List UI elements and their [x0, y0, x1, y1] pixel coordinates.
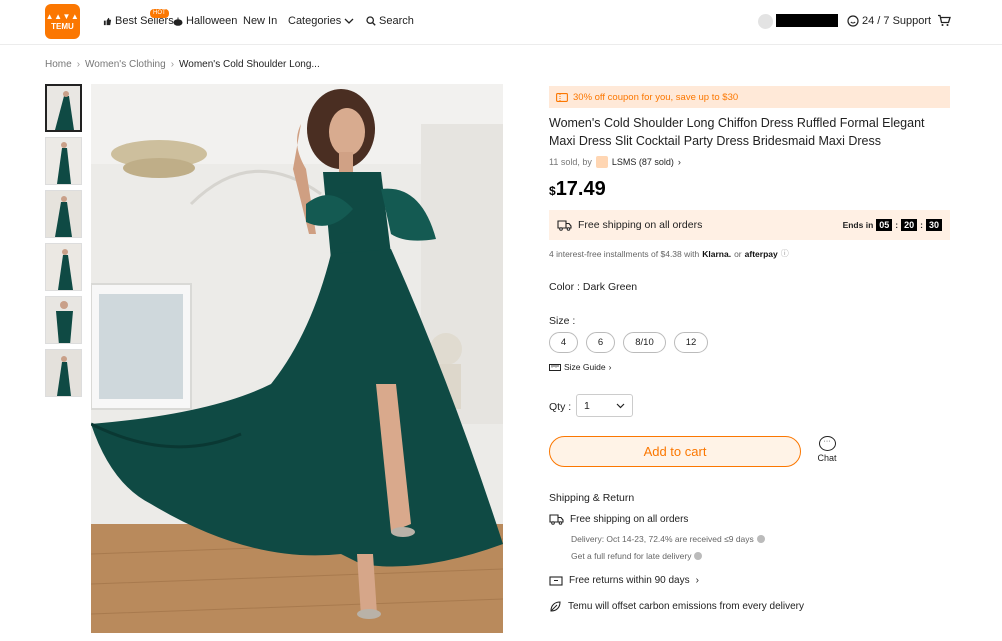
- leaf-icon: [550, 601, 561, 612]
- afterpay-logo: afterpay: [744, 248, 778, 259]
- chevron-right-icon: ›: [677, 157, 681, 167]
- carbon-offset-line: Temu will offset carbon emissions from e…: [549, 600, 804, 613]
- product-main-image[interactable]: [91, 84, 503, 633]
- nav-categories[interactable]: Categories: [288, 15, 354, 27]
- size-options: 4 6 8/10 12: [549, 332, 708, 353]
- product-title: Women's Cold Shoulder Long Chiffon Dress…: [549, 116, 925, 148]
- breadcrumb: Home › Women's Clothing › Women's Cold S…: [45, 59, 320, 70]
- size-option-12[interactable]: 12: [674, 332, 708, 353]
- question-icon[interactable]: [694, 552, 703, 560]
- countdown-timer: Ends in 05 : 20 : 30: [843, 219, 942, 231]
- size-label: Size :: [549, 315, 576, 327]
- shipping-free-line: Free shipping on all orders: [549, 514, 688, 525]
- thumbnail-1[interactable]: [45, 84, 82, 132]
- timer-minutes: 20: [901, 219, 918, 231]
- nav-new-in[interactable]: New In: [243, 15, 277, 27]
- site-header: ▲▲▼▲ TEMU Best Sellers HOT Halloween New…: [0, 0, 1002, 45]
- truck-icon: [549, 514, 564, 525]
- sold-by-line: 11 sold, by LSMS (87 sold) ›: [549, 156, 681, 168]
- truck-icon: [557, 219, 572, 231]
- late-delivery-refund: Get a full refund for late delivery: [571, 551, 703, 561]
- color-selection: Color : Dark Green: [549, 281, 638, 293]
- qty-label: Qty :: [549, 401, 572, 413]
- thumbnail-3[interactable]: [45, 190, 82, 238]
- return-box-icon: [549, 576, 563, 586]
- add-to-cart-button[interactable]: Add to cart: [549, 436, 801, 467]
- temu-logo[interactable]: ▲▲▼▲ TEMU: [45, 4, 80, 39]
- chevron-right-icon: ›: [608, 362, 612, 372]
- hot-badge: HOT: [150, 9, 169, 18]
- thumbnail-2[interactable]: [45, 137, 82, 185]
- product-price: $17.49: [549, 178, 606, 200]
- info-icon[interactable]: ⓘ: [781, 248, 789, 259]
- size-option-6[interactable]: 6: [586, 332, 615, 353]
- dress-photo: [91, 84, 503, 633]
- avatar[interactable]: [758, 14, 773, 29]
- nav-search[interactable]: Search: [366, 15, 414, 27]
- nav-halloween[interactable]: Halloween: [173, 15, 237, 27]
- chevron-right-icon: ›: [695, 574, 699, 586]
- timer-hours: 05: [876, 219, 893, 231]
- chat-button[interactable]: ··· Chat: [813, 436, 841, 463]
- delivery-estimate: Delivery: Oct 14-23, 72.4% are received …: [571, 534, 765, 544]
- cart-icon: [938, 14, 951, 26]
- free-shipping-banner: Free shipping on all orders Ends in 05 :…: [549, 210, 950, 240]
- free-returns-link[interactable]: Free returns within 90 days ›: [549, 574, 699, 586]
- thumbnail-5[interactable]: [45, 296, 82, 344]
- size-option-4[interactable]: 4: [549, 332, 578, 353]
- cart-button[interactable]: [937, 14, 951, 27]
- breadcrumb-current: Women's Cold Shoulder Long...: [179, 59, 320, 70]
- search-icon: [366, 16, 376, 26]
- timer-seconds: 30: [925, 219, 942, 231]
- thumbnail-4[interactable]: [45, 243, 82, 291]
- ruler-icon: [549, 363, 561, 371]
- installments-line: 4 interest-free installments of $4.38 wi…: [549, 248, 789, 259]
- quantity-select[interactable]: 1: [576, 394, 633, 417]
- smile-chat-icon: [847, 15, 859, 27]
- pumpkin-icon: [173, 17, 183, 26]
- redacted-username: [776, 14, 838, 27]
- store-link[interactable]: LSMS (87 sold): [612, 157, 674, 167]
- breadcrumb-home[interactable]: Home: [45, 59, 72, 70]
- store-logo: [595, 156, 608, 168]
- nav-support[interactable]: 24 / 7 Support: [847, 15, 931, 27]
- size-option-8-10[interactable]: 8/10: [623, 332, 666, 353]
- shipping-return-heading: Shipping & Return: [549, 492, 635, 504]
- klarna-logo: Klarna.: [702, 248, 732, 259]
- coupon-banner[interactable]: 30% off coupon for you, save up to $30: [549, 86, 950, 108]
- question-icon[interactable]: [756, 535, 765, 543]
- thumbnail-list: [45, 84, 82, 402]
- breadcrumb-category[interactable]: Women's Clothing: [85, 59, 166, 70]
- thumbnail-6[interactable]: [45, 349, 82, 397]
- chat-icon: ···: [818, 436, 836, 451]
- coupon-icon: [556, 92, 568, 102]
- size-guide-link[interactable]: Size Guide ›: [549, 362, 611, 372]
- thumbs-up-icon: [103, 17, 112, 25]
- chevron-down-icon: [616, 403, 625, 409]
- chevron-down-icon: [344, 18, 354, 24]
